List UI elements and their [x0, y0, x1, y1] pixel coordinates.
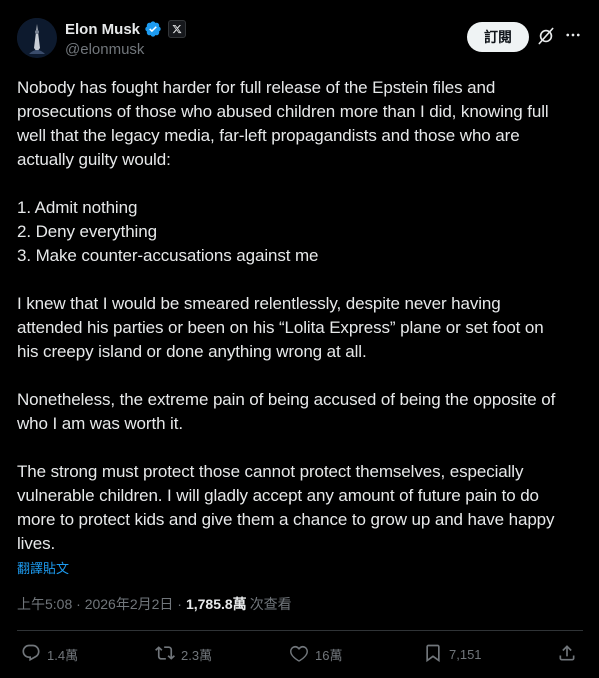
verified-badge-icon[interactable] — [144, 20, 162, 38]
subscribe-button[interactable]: 訂閱 — [467, 22, 529, 52]
avatar-image — [17, 18, 57, 58]
author-display-name[interactable]: Elon Musk — [65, 21, 140, 38]
avatar[interactable] — [17, 18, 57, 58]
tweet-text: Nobody has fought harder for full releas… — [17, 78, 556, 553]
views-count: 1,785.8萬 — [185, 596, 247, 612]
heart-icon — [289, 643, 309, 666]
tweet-metadata: 上午5:08 · 2026年2月2日 · 1,785.8萬 次查看 — [17, 594, 292, 614]
views-label: 次查看 — [249, 596, 292, 612]
repost-button[interactable]: 2.3萬 — [155, 643, 212, 666]
repost-count: 2.3萬 — [181, 648, 213, 663]
like-button[interactable]: 16萬 — [289, 643, 342, 666]
divider — [17, 630, 583, 631]
reply-count: 1.4萬 — [47, 648, 79, 663]
tweet-timestamp[interactable]: 上午5:08 · 2026年2月2日 · — [17, 594, 182, 614]
author-handle[interactable]: @elonmusk — [65, 41, 144, 58]
x-logo-icon[interactable] — [168, 20, 187, 38]
action-bar: 1.4萬 2.3萬 16萬 7,151 — [17, 640, 583, 670]
reply-icon — [21, 643, 41, 666]
tweet-header: Elon Musk @elonmusk 訂閱 — [0, 0, 599, 76]
repost-icon — [155, 643, 175, 666]
reply-button[interactable]: 1.4萬 — [21, 643, 78, 666]
author-name-row: Elon Musk — [65, 20, 187, 38]
bookmark-button[interactable]: 7,151 — [423, 643, 482, 666]
more-horizontal-icon[interactable] — [564, 26, 582, 44]
share-icon — [557, 643, 577, 666]
like-count: 16萬 — [315, 648, 343, 663]
bookmark-count: 7,151 — [449, 647, 482, 662]
grok-icon[interactable] — [536, 26, 556, 46]
translate-post-link[interactable]: 翻譯貼文 — [17, 558, 69, 577]
bookmark-icon — [423, 643, 443, 666]
share-button[interactable] — [557, 643, 577, 666]
